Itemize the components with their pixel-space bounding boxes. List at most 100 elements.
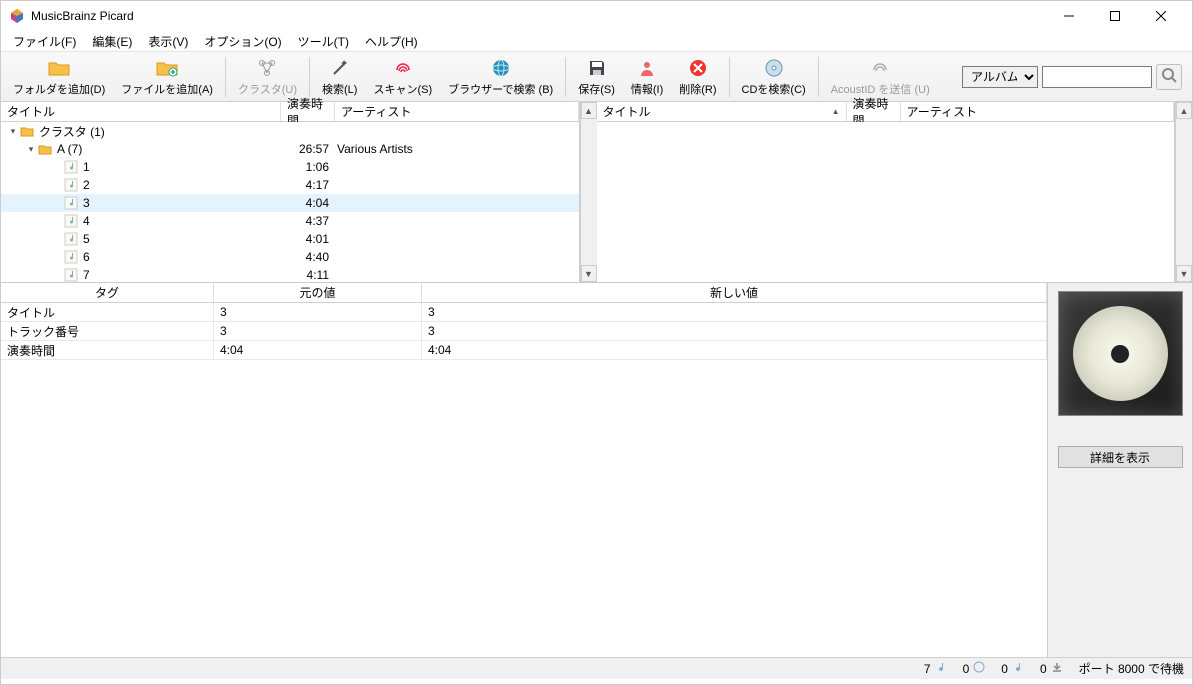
tag-original: 3 bbox=[214, 303, 422, 321]
cluster-button[interactable]: クラスタ(U) bbox=[230, 54, 305, 100]
scroll-down-icon[interactable]: ▼ bbox=[581, 265, 597, 282]
row-title: 2 bbox=[83, 178, 90, 192]
col-artist[interactable]: アーティスト bbox=[335, 102, 579, 121]
toolbar-separator bbox=[225, 57, 226, 97]
scroll-down-icon[interactable]: ▼ bbox=[1176, 265, 1192, 282]
circle-icon bbox=[973, 661, 985, 676]
search-button[interactable] bbox=[1156, 64, 1182, 90]
row-length: 4:37 bbox=[281, 214, 335, 228]
search-type-select[interactable]: アルバム bbox=[962, 66, 1038, 88]
row-length: 4:17 bbox=[281, 178, 335, 192]
right-scrollbar[interactable]: ▲ ▼ bbox=[1175, 102, 1192, 282]
menu-view[interactable]: 表示(V) bbox=[140, 31, 196, 52]
th-new[interactable]: 新しい値 bbox=[422, 283, 1047, 302]
music-file-icon bbox=[63, 177, 79, 193]
wand-icon bbox=[329, 57, 351, 79]
statusbar: 7 0 0 0 ポート 8000 で待機 bbox=[1, 657, 1192, 679]
tag-name: タイトル bbox=[1, 303, 214, 321]
add-files-button[interactable]: ファイルを追加(A) bbox=[113, 54, 221, 100]
maximize-button[interactable] bbox=[1092, 1, 1138, 31]
col-length[interactable]: 演奏時間 bbox=[281, 102, 335, 121]
user-info-icon bbox=[636, 57, 658, 79]
music-file-icon bbox=[63, 213, 79, 229]
folder-add-icon bbox=[156, 57, 178, 79]
remove-icon bbox=[687, 57, 709, 79]
status-pending2: 0 bbox=[1001, 662, 1008, 676]
tag-original: 3 bbox=[214, 322, 422, 340]
col-length[interactable]: 演奏時間 bbox=[847, 102, 901, 121]
cover-art-panel: 詳細を表示 bbox=[1047, 283, 1192, 657]
globe-icon bbox=[490, 57, 512, 79]
toolbar-separator bbox=[729, 57, 730, 97]
submit-acoustid-button[interactable]: AcoustID を送信 (U) bbox=[823, 54, 938, 100]
remove-button[interactable]: 削除(R) bbox=[671, 54, 724, 100]
tag-row[interactable]: タイトル33 bbox=[1, 303, 1047, 322]
left-scrollbar[interactable]: ▲ ▼ bbox=[580, 102, 597, 282]
col-artist[interactable]: アーティスト bbox=[901, 102, 1175, 121]
row-length: 4:01 bbox=[281, 232, 335, 246]
right-tree[interactable] bbox=[597, 122, 1175, 282]
tree-row[interactable]: 6 4:40 bbox=[1, 248, 579, 266]
search-box: アルバム bbox=[962, 64, 1182, 90]
tree-row[interactable]: 34:04 bbox=[1, 194, 579, 212]
music-file-icon bbox=[63, 159, 79, 175]
lookup-button[interactable]: 検索(L) bbox=[314, 54, 365, 100]
status-pending1: 0 bbox=[963, 662, 970, 676]
tree-row[interactable]: 11:06 bbox=[1, 158, 579, 176]
status-queue: 0 bbox=[1040, 662, 1047, 676]
music-note-icon bbox=[1012, 661, 1024, 676]
menu-options[interactable]: オプション(O) bbox=[196, 31, 289, 52]
row-title: 5 bbox=[83, 232, 90, 246]
tag-row[interactable]: 演奏時間4:044:04 bbox=[1, 341, 1047, 360]
scroll-up-icon[interactable]: ▲ bbox=[1176, 102, 1192, 119]
right-pane: タイトル 演奏時間 アーティスト bbox=[597, 102, 1176, 282]
folder-icon bbox=[48, 57, 70, 79]
row-length: 4:11 bbox=[281, 268, 335, 282]
cd-lookup-button[interactable]: CDを検索(C) bbox=[734, 54, 814, 100]
row-title: 6 bbox=[83, 250, 90, 264]
close-button[interactable] bbox=[1138, 1, 1184, 31]
menu-help[interactable]: ヘルプ(H) bbox=[357, 31, 426, 52]
info-button[interactable]: 情報(I) bbox=[623, 54, 671, 100]
th-original[interactable]: 元の値 bbox=[214, 283, 422, 302]
search-icon bbox=[1161, 67, 1177, 86]
browser-lookup-button[interactable]: ブラウザーで検索 (B) bbox=[440, 54, 561, 100]
tree-row[interactable]: 44:37 bbox=[1, 212, 579, 230]
search-input[interactable] bbox=[1042, 66, 1152, 88]
tag-new: 3 bbox=[422, 322, 1047, 340]
cover-art-placeholder[interactable] bbox=[1058, 291, 1183, 416]
add-folder-button[interactable]: フォルダを追加(D) bbox=[5, 54, 113, 100]
row-title: A (7) bbox=[57, 142, 82, 156]
show-details-button[interactable]: 詳細を表示 bbox=[1058, 446, 1183, 468]
save-button[interactable]: 保存(S) bbox=[570, 54, 623, 100]
scroll-up-icon[interactable]: ▲ bbox=[581, 102, 597, 119]
tree-row[interactable]: 74:11 bbox=[1, 266, 579, 282]
menubar: ファイル(F) 編集(E) 表示(V) オプション(O) ツール(T) ヘルプ(… bbox=[1, 31, 1192, 52]
tree-row[interactable]: ▾クラスタ (1) bbox=[1, 122, 579, 140]
th-tag[interactable]: タグ bbox=[1, 283, 214, 302]
music-file-icon bbox=[63, 231, 79, 247]
left-column-header: タイトル 演奏時間 アーティスト bbox=[1, 102, 579, 122]
scan-button[interactable]: スキャン(S) bbox=[365, 54, 440, 100]
minimize-button[interactable] bbox=[1046, 1, 1092, 31]
bottom-pane: タグ 元の値 新しい値 タイトル33トラック番号33演奏時間4:044:04 詳… bbox=[1, 282, 1192, 657]
left-tree[interactable]: ▾クラスタ (1)▾A (7)26:57Various Artists11:06… bbox=[1, 122, 579, 282]
disc-icon bbox=[1073, 306, 1168, 401]
col-title[interactable]: タイトル bbox=[1, 102, 281, 121]
save-icon bbox=[586, 57, 608, 79]
status-listen: ポート 8000 で待機 bbox=[1079, 660, 1184, 677]
tree-row[interactable]: 5 4:01 bbox=[1, 230, 579, 248]
tree-row[interactable]: 2 4:17 bbox=[1, 176, 579, 194]
tree-row[interactable]: ▾A (7)26:57Various Artists bbox=[1, 140, 579, 158]
row-title: クラスタ (1) bbox=[39, 123, 105, 140]
tag-row[interactable]: トラック番号33 bbox=[1, 322, 1047, 341]
menu-file[interactable]: ファイル(F) bbox=[5, 31, 84, 52]
right-column-header: タイトル 演奏時間 アーティスト bbox=[597, 102, 1175, 122]
col-title[interactable]: タイトル bbox=[597, 102, 847, 121]
titlebar: MusicBrainz Picard bbox=[1, 1, 1192, 31]
folder-icon bbox=[19, 123, 35, 139]
row-length: 4:40 bbox=[281, 250, 335, 264]
menu-tools[interactable]: ツール(T) bbox=[290, 31, 357, 52]
file-panes: タイトル 演奏時間 アーティスト ▾クラスタ (1)▾A (7)26:57Var… bbox=[1, 102, 1192, 282]
menu-edit[interactable]: 編集(E) bbox=[84, 31, 140, 52]
